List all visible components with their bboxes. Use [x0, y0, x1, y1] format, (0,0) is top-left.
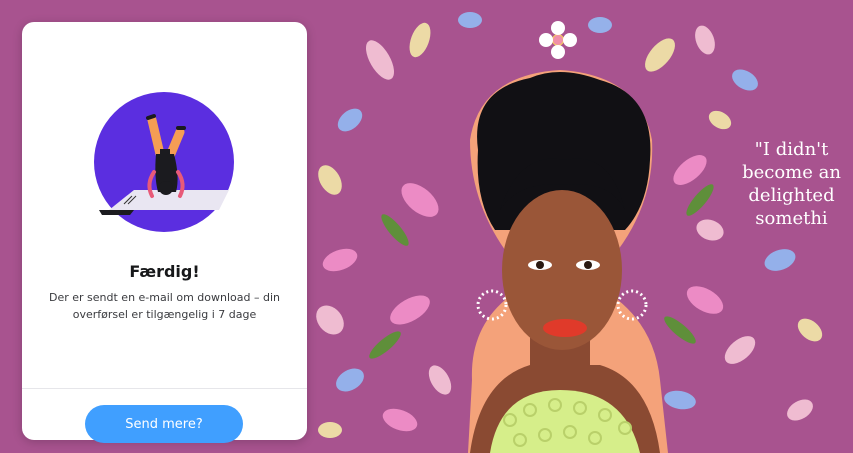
quote-line: become an	[742, 162, 841, 183]
quote-line: delighted	[748, 185, 835, 206]
transfer-complete-card: Færdig! Der er sendt en e-mail om downlo…	[22, 22, 307, 443]
completion-description: Der er sendt en e-mail om download – din…	[49, 291, 280, 321]
background-quote: "I didn't become an delighted somethi	[730, 138, 853, 230]
quote-line: "I didn't	[754, 139, 829, 160]
card-divider	[22, 388, 307, 389]
quote-line: somethi	[755, 208, 828, 229]
send-more-button[interactable]: Send mere?	[85, 405, 243, 443]
completion-title: Færdig!	[129, 262, 200, 281]
person-doing-headstand-icon	[94, 92, 234, 232]
